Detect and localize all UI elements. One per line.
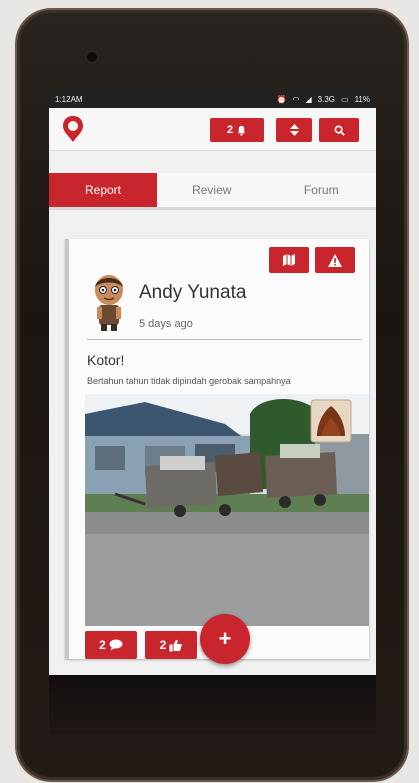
search-icon (334, 125, 345, 136)
tab-review[interactable]: Review (157, 173, 267, 207)
thumbs-up-icon (169, 639, 183, 651)
comment-icon (109, 639, 123, 651)
battery-icon: ▭ (341, 94, 349, 104)
avatar[interactable] (91, 273, 127, 331)
search-button[interactable] (319, 118, 359, 142)
map-button[interactable] (269, 247, 309, 273)
camera-dot (87, 52, 97, 62)
signal-icon: ◢ (305, 94, 312, 104)
map-icon (283, 254, 295, 266)
divider (87, 339, 362, 340)
report-photo[interactable] (85, 394, 369, 626)
author-name[interactable]: Andy Yunata (139, 282, 246, 304)
report-card: Andy Yunata 5 days ago Kotor! Bertahun t… (65, 239, 369, 659)
report-issue-button[interactable] (315, 247, 355, 273)
comments-count: 2 (99, 638, 106, 652)
battery-label: 11% (354, 94, 370, 104)
sort-button[interactable] (276, 118, 312, 142)
report-description: Bertahun tahun tidak dipindah gerobak sa… (87, 376, 291, 386)
bell-icon (237, 125, 246, 136)
tab-forum[interactable]: Forum (267, 173, 377, 207)
notifications-button[interactable]: 2 (210, 118, 264, 142)
app-logo-icon[interactable] (61, 114, 85, 144)
tab-report[interactable]: Report (49, 173, 157, 207)
post-time: 5 days ago (139, 318, 193, 330)
network-label: 3.3G (317, 94, 336, 104)
status-bar: 1:12AM ⏰ ◠ ◢ 3.3G ▭ 11% (49, 90, 376, 108)
status-icons: ⏰ ◠ ◢ 3.3G ▭ 11% (277, 95, 370, 104)
app-screen: 1:12AM ⏰ ◠ ◢ 3.3G ▭ 11% 2 Report Review … (49, 90, 376, 675)
notifications-count: 2 (226, 124, 234, 136)
tab-bar: Report Review Forum (49, 173, 376, 210)
app-bar: 2 (49, 108, 376, 151)
report-title: Kotor! (87, 352, 125, 368)
alarm-icon: ⏰ (276, 94, 287, 104)
sort-icon (289, 124, 299, 136)
status-time: 1:12AM (55, 94, 83, 104)
add-report-button[interactable]: + (200, 614, 250, 664)
device-nav-bar (49, 675, 376, 735)
warning-icon (328, 253, 342, 267)
like-button[interactable]: 2 (145, 631, 197, 659)
likes-count: 2 (159, 638, 167, 652)
wifi-icon: ◠ (292, 94, 300, 104)
comments-button[interactable]: 2 (85, 631, 137, 659)
